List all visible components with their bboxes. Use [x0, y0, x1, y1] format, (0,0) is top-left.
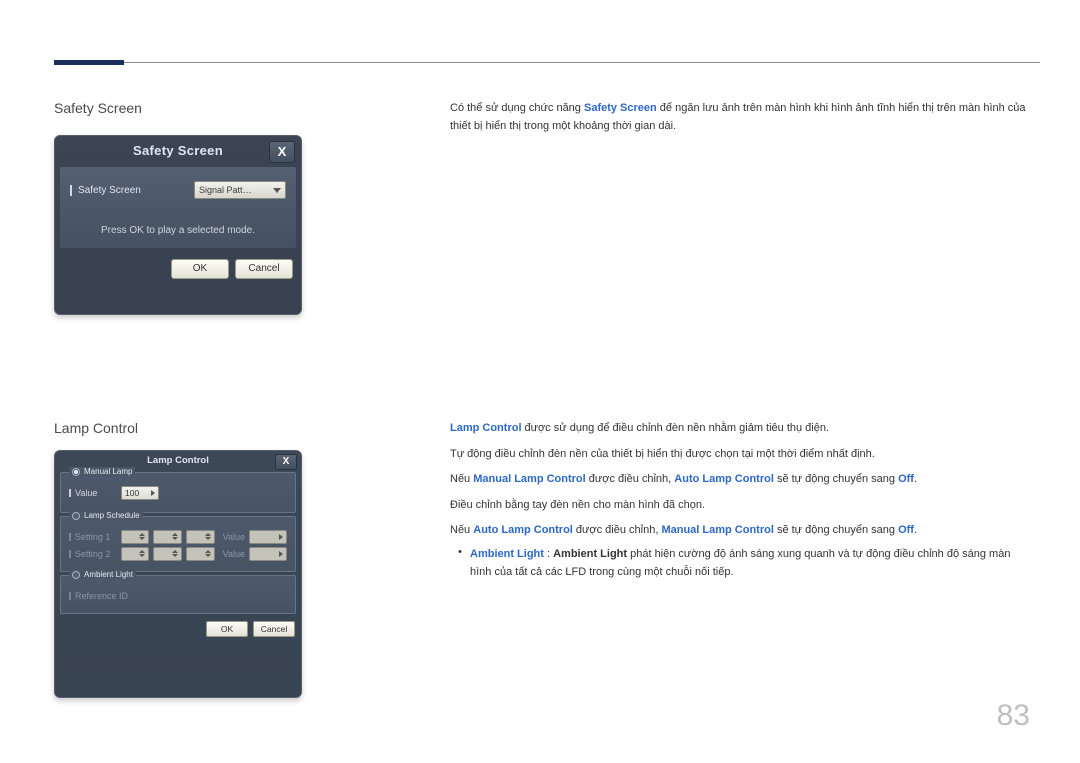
- lamp-description: Lamp Control được sử dụng để điều chỉnh …: [450, 420, 1030, 581]
- cancel-button[interactable]: Cancel: [253, 621, 295, 637]
- safety-left-column: Safety Screen: [54, 100, 314, 116]
- ambient-light-legend: Ambient Light: [69, 570, 136, 579]
- row-marker: [69, 489, 71, 497]
- value-label: Value: [223, 532, 245, 542]
- setting2-label: Setting 2: [75, 549, 117, 559]
- arrow-right-icon: [279, 534, 283, 540]
- reference-row: Reference ID: [69, 588, 287, 603]
- value-label: Value: [223, 549, 245, 559]
- schedule-row-2: Setting 2 Value: [69, 546, 287, 561]
- radio-icon[interactable]: [72, 468, 80, 476]
- radio-icon[interactable]: [72, 512, 80, 520]
- lamp-p5: Nếu Auto Lamp Control được điều chỉnh, M…: [450, 522, 1030, 540]
- row-marker: [69, 533, 71, 541]
- lamp-schedule-group: Lamp Schedule Setting 1 Value Setting 2 …: [60, 516, 296, 572]
- safety-row-label: Safety Screen: [78, 185, 194, 196]
- schedule-row-1: Setting 1 Value: [69, 529, 287, 544]
- page-number: 83: [997, 699, 1030, 733]
- safety-combo[interactable]: Signal Patt…: [194, 181, 286, 199]
- sched-value-spinner[interactable]: [249, 530, 287, 544]
- safety-dialog-title: Safety Screen: [133, 143, 223, 158]
- sched-value-spinner[interactable]: [249, 547, 287, 561]
- reference-label: Reference ID: [75, 591, 128, 601]
- safety-title: Safety Screen: [54, 100, 314, 116]
- ambient-light-group: Ambient Light Reference ID: [60, 575, 296, 614]
- value-spinner[interactable]: 100: [121, 486, 159, 500]
- lamp-dialog-title: Lamp Control: [147, 455, 209, 466]
- value-label: Value: [75, 488, 117, 498]
- safety-row: Safety Screen Signal Patt…: [70, 181, 286, 199]
- chevron-down-icon: [273, 188, 281, 193]
- row-marker: [69, 550, 71, 558]
- header-accent: [54, 60, 124, 65]
- lamp-bullet-text: Ambient Light : Ambient Light phát hiện …: [470, 546, 1030, 581]
- lamp-p1: Lamp Control được sử dụng để điều chỉnh …: [450, 420, 1030, 438]
- setting1-label: Setting 1: [75, 532, 117, 542]
- min-spinner[interactable]: [153, 530, 182, 544]
- close-button[interactable]: X: [275, 454, 297, 470]
- cancel-button[interactable]: Cancel: [235, 259, 293, 279]
- safety-dialog-footer: OK Cancel: [55, 253, 301, 285]
- lamp-dialog-footer: OK Cancel: [55, 617, 301, 642]
- ampm-spinner[interactable]: [186, 530, 215, 544]
- safety-dialog-titlebar: Safety Screen X: [55, 136, 301, 164]
- arrow-right-icon: [151, 490, 155, 496]
- safety-desc-text: Có thể sử dụng chức năng Safety Screen đ…: [450, 100, 1030, 135]
- safety-description: Có thể sử dụng chức năng Safety Screen đ…: [450, 100, 1030, 135]
- manual-lamp-group: Manual Lamp Value 100: [60, 472, 296, 513]
- lamp-p2: Tự động điều chỉnh đèn nền của thiết bị …: [450, 446, 1030, 464]
- close-button[interactable]: X: [269, 141, 295, 163]
- lamp-p3: Nếu Manual Lamp Control được điều chỉnh,…: [450, 471, 1030, 489]
- hour-spinner[interactable]: [121, 547, 150, 561]
- ampm-spinner[interactable]: [186, 547, 215, 561]
- safety-dialog: Safety Screen X Safety Screen Signal Pat…: [54, 135, 302, 315]
- ok-button[interactable]: OK: [171, 259, 229, 279]
- radio-icon[interactable]: [72, 571, 80, 579]
- lamp-schedule-legend: Lamp Schedule: [69, 511, 143, 520]
- lamp-title: Lamp Control: [54, 420, 314, 436]
- lamp-left-column: Lamp Control: [54, 420, 314, 436]
- manual-lamp-legend: Manual Lamp: [69, 467, 135, 476]
- safety-hint: Press OK to play a selected mode.: [70, 225, 286, 236]
- hour-spinner[interactable]: [121, 530, 150, 544]
- ok-button[interactable]: OK: [206, 621, 248, 637]
- lamp-dialog: Lamp Control X Manual Lamp Value 100 Lam…: [54, 450, 302, 698]
- safety-combo-value: Signal Patt…: [199, 185, 252, 195]
- header-divider: [54, 62, 1040, 63]
- lamp-bullet: • Ambient Light : Ambient Light phát hiệ…: [450, 546, 1030, 581]
- arrow-right-icon: [279, 551, 283, 557]
- row-marker: [70, 185, 72, 196]
- lamp-p4: Điều chỉnh bằng tay đèn nền cho màn hình…: [450, 497, 1030, 515]
- safety-dialog-body: Safety Screen Signal Patt… Press OK to p…: [59, 166, 297, 249]
- bullet-icon: •: [450, 546, 470, 558]
- row-marker: [69, 592, 71, 600]
- min-spinner[interactable]: [153, 547, 182, 561]
- value-row: Value 100: [69, 485, 287, 500]
